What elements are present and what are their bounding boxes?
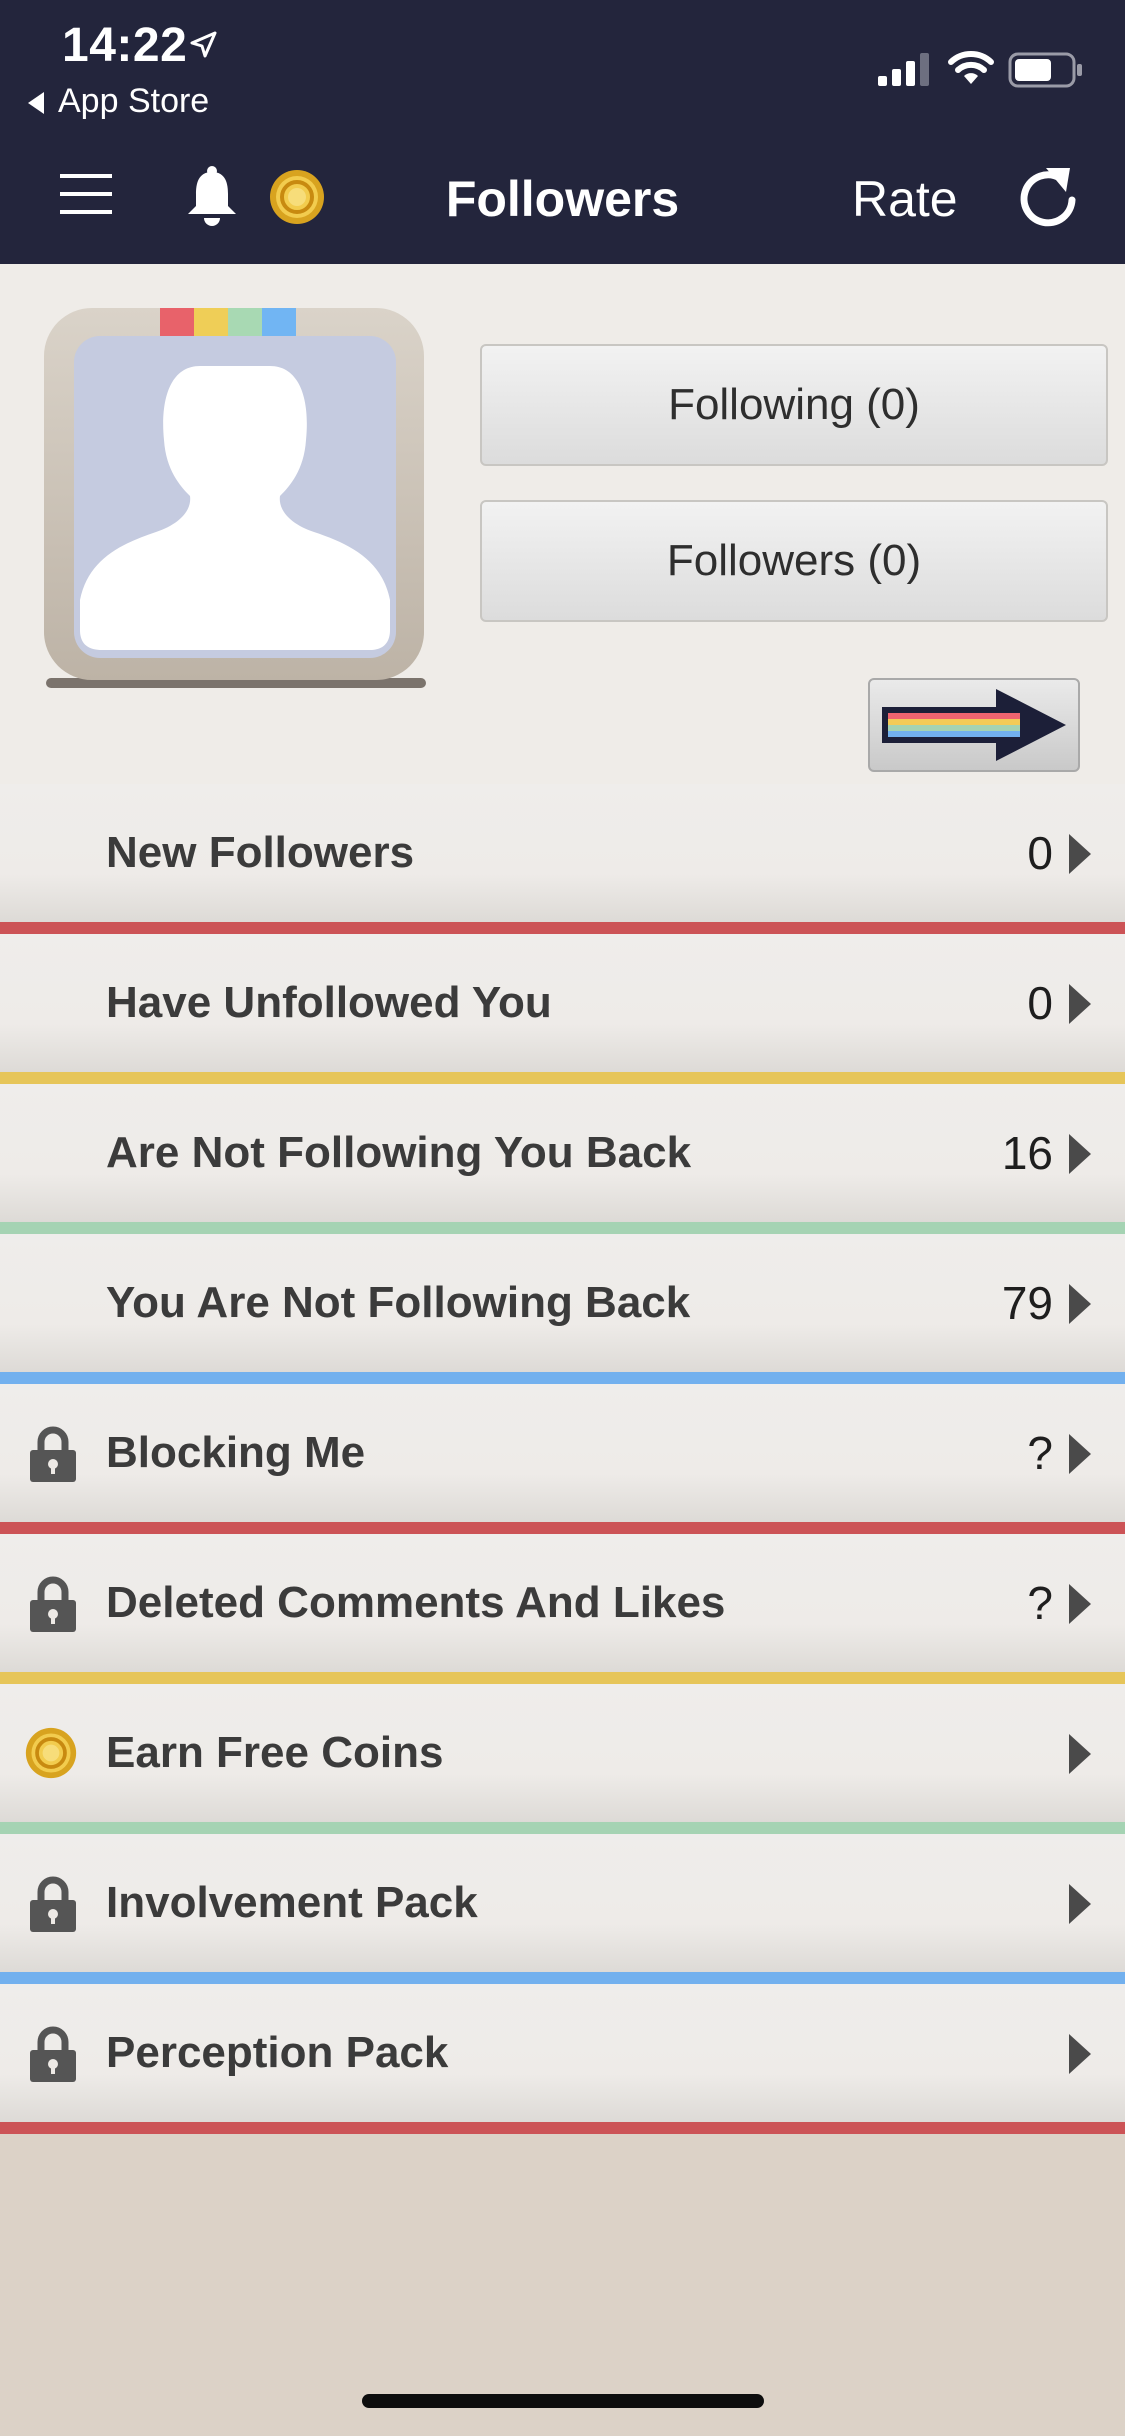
list-item-label: Deleted Comments And Likes: [106, 1578, 726, 1627]
back-app-label: App Store: [58, 82, 210, 120]
battery-icon: [1008, 52, 1082, 88]
list-item-label: Blocking Me: [106, 1428, 366, 1477]
color-divider: [0, 1522, 1125, 1534]
chevron-right-icon: [1069, 984, 1091, 1024]
lock-icon: [28, 1426, 78, 1487]
wifi-icon: [948, 51, 994, 84]
list-item[interactable]: Are Not Following You Back 16: [0, 1084, 1125, 1234]
coin-icon: [24, 1726, 78, 1785]
location-arrow-icon: [190, 31, 217, 58]
top-bar: 14:22 App Store Followers Rate: [0, 0, 1125, 264]
list-item-label: Earn Free Coins: [106, 1728, 444, 1777]
color-divider: [0, 1672, 1125, 1684]
list-item-count: 0: [1027, 827, 1053, 879]
list-item-count: ?: [1027, 1577, 1053, 1629]
home-indicator[interactable]: [362, 2394, 764, 2408]
back-triangle-icon: [28, 92, 44, 115]
list-item-label: Are Not Following You Back: [106, 1128, 692, 1177]
following-button[interactable]: Following (0): [480, 344, 1108, 466]
rainbow-arrow-icon: [882, 689, 1066, 761]
status-time: 14:22: [62, 19, 188, 72]
list-item[interactable]: Have Unfollowed You 0: [0, 934, 1125, 1084]
followers-button[interactable]: Followers (0): [480, 500, 1108, 622]
chevron-right-icon: [1069, 1284, 1091, 1324]
lock-icon: [28, 2026, 78, 2087]
list-item-label: Have Unfollowed You: [106, 978, 552, 1027]
color-divider: [0, 922, 1125, 934]
chevron-right-icon: [1069, 1434, 1091, 1474]
list-item[interactable]: Earn Free Coins: [0, 1684, 1125, 1834]
refresh-icon[interactable]: [1016, 160, 1080, 232]
list-item-label: Involvement Pack: [106, 1878, 478, 1927]
avatar[interactable]: [40, 300, 430, 690]
color-divider: [0, 1072, 1125, 1084]
list-item-label: You Are Not Following Back: [106, 1278, 691, 1327]
list-item-count: ?: [1027, 1427, 1053, 1479]
chevron-right-icon: [1069, 1134, 1091, 1174]
color-divider: [0, 1822, 1125, 1834]
next-arrow-button[interactable]: [868, 678, 1080, 772]
list-item[interactable]: Blocking Me?: [0, 1384, 1125, 1534]
list-item-count: 16: [1001, 1127, 1053, 1179]
chevron-right-icon: [1069, 1734, 1091, 1774]
list-item[interactable]: New Followers 0: [0, 784, 1125, 934]
list-item[interactable]: Involvement Pack: [0, 1834, 1125, 1984]
chevron-right-icon: [1069, 834, 1091, 874]
list-item-label: Perception Pack: [106, 2028, 449, 2077]
cellular-signal-icon: [878, 53, 929, 86]
menu-list: New Followers 0 Have Unfollowed You 0 Are No…: [0, 784, 1125, 2134]
color-divider: [0, 1372, 1125, 1384]
color-divider: [0, 1222, 1125, 1234]
profile-area: Following (0) Followers (0): [0, 264, 1125, 784]
lock-icon: [28, 1576, 78, 1637]
list-item[interactable]: You Are Not Following Back 79: [0, 1234, 1125, 1384]
list-item[interactable]: Deleted Comments And Likes?: [0, 1534, 1125, 1684]
list-item-count: 79: [1001, 1277, 1053, 1329]
rate-button[interactable]: Rate: [852, 170, 958, 228]
list-item[interactable]: Perception Pack: [0, 1984, 1125, 2134]
chevron-right-icon: [1069, 2034, 1091, 2074]
lock-icon: [28, 1876, 78, 1937]
back-to-app-store[interactable]: App Store: [28, 82, 209, 121]
chevron-right-icon: [1069, 1584, 1091, 1624]
chevron-right-icon: [1069, 1884, 1091, 1924]
list-item-count: 0: [1027, 977, 1053, 1029]
color-divider: [0, 1972, 1125, 1984]
list-item-label: New Followers: [106, 828, 415, 877]
color-divider: [0, 2122, 1125, 2134]
